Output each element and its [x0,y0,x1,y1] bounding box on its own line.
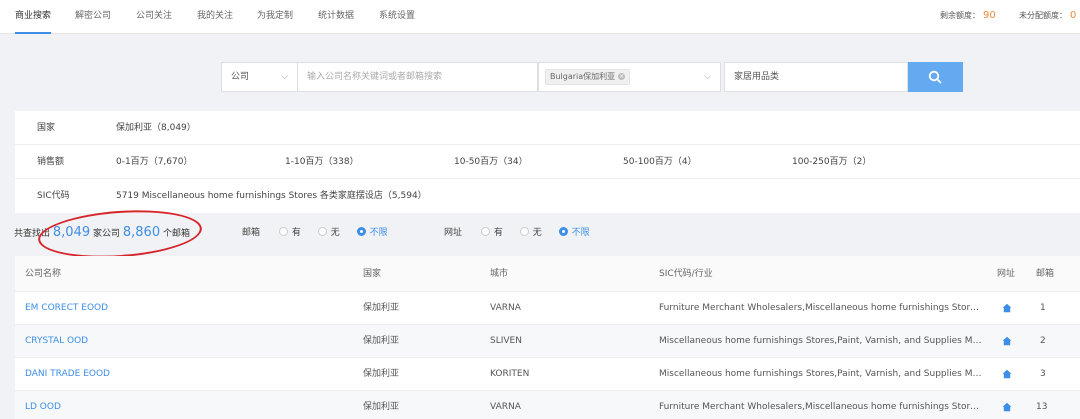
table-header: 公司名称 国家 城市 SIC代码/行业 网址 邮箱 [15,256,1080,292]
search-type-select[interactable]: 公司 ⌵ [221,62,298,92]
header-city[interactable]: 城市 [490,256,508,292]
tab-custom[interactable]: 为我定制 [257,0,293,34]
table-row[interactable]: LD OOD 保加利亚 VARNA Furniture Merchant Who… [15,391,1080,419]
email-filter-label: 邮箱 [242,228,261,238]
unassigned-quota-value: 0 [1070,10,1077,21]
filter-country-row: 国家 保加利亚（8,049） [15,111,1080,145]
tab-business-search[interactable]: 商业搜索 [15,0,52,34]
header-website[interactable]: 网址 [997,256,1015,292]
company-name-link[interactable]: EM CORECT EOOD [25,292,108,325]
city-cell: VARNA [490,303,521,313]
top-nav: 商业搜索 解密公司 公司关注 我的关注 为我定制 统计数据 系统设置 剩余额度：… [0,0,1080,34]
sales-option[interactable]: 50-100百万（4） [623,145,697,179]
sic-cell: Furniture Merchant Wholesalers,Miscellan… [659,303,984,313]
country-cell: 保加利亚 [363,303,400,313]
filter-sic-row: SIC代码 5719 Miscellaneous home furnishing… [15,179,1080,213]
country-tag[interactable]: Bulgaria保加利亚 × [545,68,631,85]
company-name-link[interactable]: CRYSTAL OOD [25,325,88,358]
remaining-quota-label: 剩余额度： [940,11,980,20]
web-radio-any[interactable] [558,227,568,236]
sic-cell: Miscellaneous home furnishings Stores,Pa… [659,369,984,379]
search-button[interactable] [908,62,963,92]
city-cell: VARNA [490,402,521,412]
header-email[interactable]: 邮箱 [1036,256,1054,292]
web-filter-label: 网址 [444,228,463,238]
industry-input[interactable]: 家居用品类 [724,62,908,92]
home-icon[interactable] [1002,303,1012,313]
filter-sales-label: 销售额 [37,157,65,167]
filter-country-label: 国家 [37,123,56,133]
results-table: 公司名称 国家 城市 SIC代码/行业 网址 邮箱 EM CORECT EOOD… [15,256,1080,419]
web-radio-no-label[interactable]: 无 [533,228,542,238]
sales-option[interactable]: 10-50百万（34） [454,145,528,179]
city-cell: KORITEN [490,369,530,379]
home-icon[interactable] [1002,336,1012,346]
tab-statistics[interactable]: 统计数据 [318,0,354,34]
unassigned-quota: 未分配额度： 0 [1019,0,1076,34]
company-name-link[interactable]: DANI TRADE EOOD [25,358,110,391]
email-radio-yes[interactable] [278,227,288,236]
table-row[interactable]: CRYSTAL OOD 保加利亚 SLIVEN Miscellaneous ho… [15,325,1080,358]
country-cell: 保加利亚 [363,369,400,379]
web-radio-yes[interactable] [480,227,490,236]
filter-sic-label: SIC代码 [37,191,70,201]
web-radio-any-label[interactable]: 不限 [572,228,590,238]
keyword-input[interactable]: 输入公司名称关键词或者邮箱搜索 [297,62,538,92]
search-type-value: 公司 [231,72,250,82]
web-radio-no[interactable] [519,227,529,236]
country-tag-label: Bulgaria保加利亚 [550,71,616,81]
country-select[interactable]: Bulgaria保加利亚 × ⌵ [538,62,721,92]
filter-sales-row: 销售额 0-1百万（7,670） 1-10百万（338） 10-50百万（34）… [15,145,1080,179]
sic-cell: Miscellaneous home furnishings Stores,Pa… [659,336,984,346]
chevron-down-icon: ⌵ [704,72,711,82]
close-icon[interactable]: × [618,72,626,80]
email-radio-no-label[interactable]: 无 [331,228,340,238]
remaining-quota: 剩余额度： 90 [940,0,996,34]
sales-option[interactable]: 100-250百万（2） [792,145,871,179]
email-count-cell: 13 [1036,402,1048,412]
filter-country-value[interactable]: 保加利亚（8,049） [116,111,196,145]
email-radio-no[interactable] [317,227,327,236]
tab-decrypt-company[interactable]: 解密公司 [75,0,111,34]
city-cell: SLIVEN [490,336,522,346]
tab-company-follow[interactable]: 公司关注 [136,0,172,34]
home-icon[interactable] [1002,369,1012,379]
chevron-down-icon: ⌵ [281,72,288,82]
web-radio-yes-label[interactable]: 有 [494,228,503,238]
email-radio-any[interactable] [356,227,366,236]
filter-sic-value[interactable]: 5719 Miscellaneous home furnishings Stor… [116,179,427,213]
email-count-cell: 3 [1040,369,1046,379]
web-filter: 网址 有 无 不限 [444,222,604,244]
table-row[interactable]: DANI TRADE EOOD 保加利亚 KORITEN Miscellaneo… [15,358,1080,391]
search-icon [928,70,942,84]
highlight-ellipse [36,205,204,263]
country-cell: 保加利亚 [363,402,400,412]
sales-option[interactable]: 0-1百万（7,670） [116,145,192,179]
header-company-name[interactable]: 公司名称 [25,256,61,292]
email-count-cell: 1 [1040,303,1046,313]
email-radio-any-label[interactable]: 不限 [370,228,388,238]
header-country[interactable]: 国家 [363,256,381,292]
country-cell: 保加利亚 [363,336,400,346]
remaining-quota-value: 90 [983,10,996,21]
email-radio-yes-label[interactable]: 有 [292,228,301,238]
tab-my-follow[interactable]: 我的关注 [197,0,233,34]
filter-panel: 国家 保加利亚（8,049） 销售额 0-1百万（7,670） 1-10百万（3… [15,111,1080,213]
email-count-cell: 2 [1040,336,1046,346]
header-sic[interactable]: SIC代码/行业 [659,256,713,292]
home-icon[interactable] [1002,402,1012,412]
email-filter: 邮箱 有 无 不限 [242,222,402,244]
tab-settings[interactable]: 系统设置 [379,0,415,34]
unassigned-quota-label: 未分配额度： [1019,11,1067,20]
sic-cell: Furniture Merchant Wholesalers,Miscellan… [659,402,984,412]
sales-option[interactable]: 1-10百万（338） [285,145,359,179]
table-row[interactable]: EM CORECT EOOD 保加利亚 VARNA Furniture Merc… [15,292,1080,325]
search-bar: 公司 ⌵ 输入公司名称关键词或者邮箱搜索 Bulgaria保加利亚 × ⌵ 家居用… [0,62,1080,92]
company-name-link[interactable]: LD OOD [25,391,61,419]
